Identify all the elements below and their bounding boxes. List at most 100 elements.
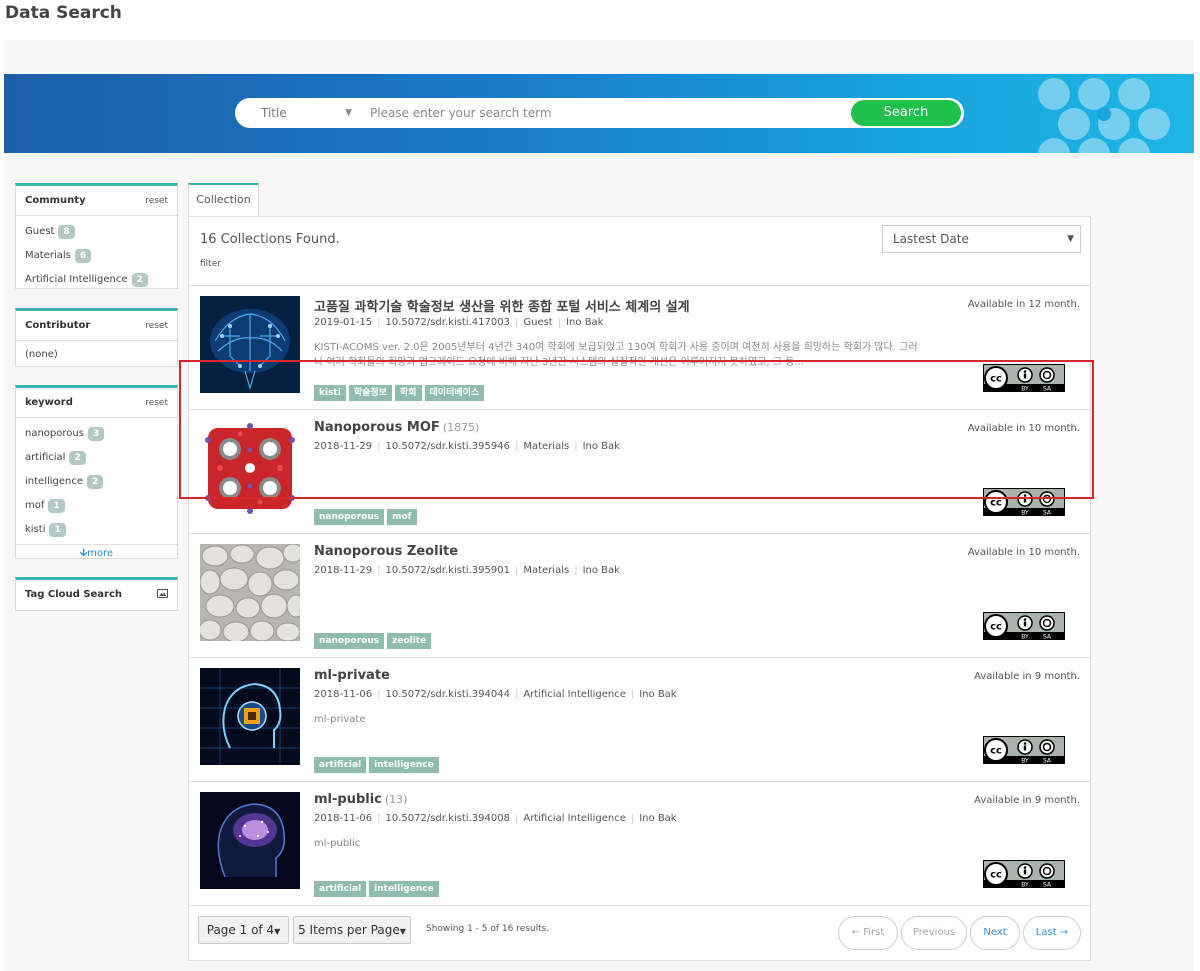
count-badge: 2	[69, 451, 86, 465]
cc-text: cc	[990, 622, 1002, 633]
banner-pattern-icon	[1038, 78, 1170, 153]
count-badge: 1	[49, 523, 66, 537]
count-badge: 2	[131, 273, 148, 287]
last-page-button[interactable]: Last →	[1023, 916, 1081, 950]
search-banner: Title ▼ Search	[4, 74, 1194, 153]
facet-item-guest[interactable]: Guest 8	[25, 220, 168, 244]
facet-item-artificial[interactable]: artificial 2	[25, 446, 168, 470]
item-doi: 10.5072/sdr.kisti.417003	[385, 317, 510, 328]
facet-item-nanoporous[interactable]: nanoporous 3	[25, 422, 168, 446]
tag[interactable]: zeolite	[387, 633, 432, 649]
chevron-down-icon: ▼	[345, 108, 352, 118]
item-date: 2018-11-29	[314, 565, 373, 576]
search-button[interactable]: Search	[851, 100, 961, 126]
facet-item-label: Materials	[25, 250, 71, 261]
filter-label[interactable]: filter	[200, 259, 221, 269]
item-community: Artificial Intelligence	[523, 689, 626, 700]
caret-down-icon: ▼	[399, 927, 406, 936]
search-bar: Title ▼ Search	[235, 98, 964, 128]
tag[interactable]: artificial	[314, 881, 367, 897]
cc-by-sa-license-icon[interactable]: cc BY SA	[983, 612, 1065, 640]
facet-title: keyword	[25, 397, 73, 408]
search-input[interactable]	[370, 103, 840, 123]
list-item[interactable]: Nanoporous Zeolite 2018-11-29 | 10.5072/sd…	[189, 533, 1090, 657]
reset-link[interactable]: reset	[145, 311, 168, 341]
first-page-button[interactable]: ← First	[838, 916, 898, 950]
facet-item-label: nanoporous	[25, 428, 84, 439]
zeolite-stones-thumbnail[interactable]	[200, 544, 300, 641]
cc-by-sa-license-icon[interactable]: cc BY SA	[983, 736, 1065, 764]
count-badge: 1	[48, 499, 65, 513]
facet-item-none[interactable]: (none)	[25, 345, 168, 365]
sort-select[interactable]: Lastest Date ▼	[882, 225, 1081, 253]
item-tags: artificial intelligence	[314, 876, 442, 897]
tag[interactable]: nanoporous	[314, 633, 385, 649]
showing-text: Showing 1 - 5 of 16 results.	[426, 924, 550, 934]
item-author: Ino Bak	[639, 689, 677, 700]
sa-text: SA	[1043, 510, 1052, 517]
ai-head-chip-thumbnail[interactable]	[200, 668, 300, 765]
by-text: BY	[1021, 882, 1029, 889]
ai-brain-glow-thumbnail[interactable]	[200, 792, 300, 889]
item-title[interactable]: Nanoporous Zeolite	[314, 544, 458, 559]
by-text: BY	[1021, 634, 1029, 641]
facet-item-label: kisti	[25, 524, 46, 535]
previous-page-button[interactable]: Previous	[901, 916, 967, 950]
item-community: Materials	[523, 565, 570, 576]
item-tags: nanoporous zeolite	[314, 628, 434, 649]
sa-text: SA	[1043, 882, 1052, 889]
sa-text: SA	[1043, 758, 1052, 765]
facet-keyword: keyword reset nanoporous 3 artificial 2 int…	[15, 385, 178, 559]
availability: Available in 9 month.	[974, 671, 1080, 682]
item-description: ml-private	[314, 714, 366, 725]
item-meta: 2019-01-15 | 10.5072/sdr.kisti.417003 | Gues…	[314, 317, 604, 328]
page-select[interactable]: Page 1 of 4▼	[198, 916, 289, 944]
by-text: BY	[1021, 758, 1029, 765]
facet-item-artificial-intelligence[interactable]: Artificial Intelligence 2	[25, 268, 168, 292]
tag[interactable]: intelligence	[369, 757, 439, 773]
item-title-text: 고품질 과학기술 학술정보 생산을 위한 종합 포털 서비스 체계의 설계	[314, 300, 690, 315]
per-page-select[interactable]: 5 Items per Page▼	[293, 916, 411, 944]
item-tags: artificial intelligence	[314, 752, 442, 773]
reset-link[interactable]: reset	[145, 388, 168, 418]
facet-tag-cloud[interactable]: Tag Cloud Search	[15, 577, 178, 611]
item-title[interactable]: ml-public (13)	[314, 792, 407, 807]
item-author: Ino Bak	[639, 813, 677, 824]
facet-item-label: Guest	[25, 226, 55, 237]
item-title-text: ml-private	[314, 668, 390, 683]
tag[interactable]: intelligence	[369, 881, 439, 897]
results-panel: 16 Collections Found. filter Lastest Dat…	[188, 216, 1091, 961]
facet-item-mof[interactable]: mof 1	[25, 494, 168, 518]
next-page-button[interactable]: Next	[970, 916, 1020, 950]
availability: Available in 12 month.	[967, 299, 1080, 310]
caret-down-icon: ▼	[274, 927, 281, 936]
item-title[interactable]: 고품질 과학기술 학술정보 생산을 위한 종합 포털 서비스 체계의 설계	[314, 296, 690, 315]
facet-item-label: intelligence	[25, 476, 84, 487]
facet-item-kisti[interactable]: kisti 1	[25, 518, 168, 542]
item-tags: nanoporous mof	[314, 504, 420, 525]
more-link[interactable]: 🡫more	[16, 544, 177, 562]
search-field-select[interactable]: Title ▼	[235, 98, 360, 128]
search-field-label: Title	[261, 106, 287, 120]
item-doi: 10.5072/sdr.kisti.395901	[385, 565, 510, 576]
cc-by-sa-license-icon[interactable]: cc BY SA	[983, 860, 1065, 888]
page-title: Data Search	[5, 3, 122, 23]
tag[interactable]: nanoporous	[314, 509, 385, 525]
tab-collection[interactable]: Collection	[188, 183, 259, 217]
tag[interactable]: artificial	[314, 757, 367, 773]
tag[interactable]: mof	[387, 509, 417, 525]
list-item[interactable]: ml-private 2018-11-06 | 10.5072/sdr.kisti.…	[189, 657, 1090, 781]
item-meta: 2018-11-06 | 10.5072/sdr.kisti.394044 | Arti…	[314, 689, 677, 700]
item-date: 2018-11-06	[314, 689, 373, 700]
item-title-text: ml-public	[314, 792, 382, 807]
facet-title: Tag Cloud Search	[25, 589, 123, 600]
facet-item-materials[interactable]: Materials 6	[25, 244, 168, 268]
list-item[interactable]: ml-public (13) 2018-11-06 | 10.5072/sdr.kis…	[189, 781, 1090, 905]
chevron-down-icon: ▼	[1067, 234, 1074, 244]
item-date: 2019-01-15	[314, 317, 373, 328]
reset-link[interactable]: reset	[145, 186, 168, 216]
facet-item-intelligence[interactable]: intelligence 2	[25, 470, 168, 494]
cc-text: cc	[990, 498, 1002, 509]
item-title[interactable]: ml-private	[314, 668, 390, 683]
count-badge: 8	[58, 225, 75, 239]
